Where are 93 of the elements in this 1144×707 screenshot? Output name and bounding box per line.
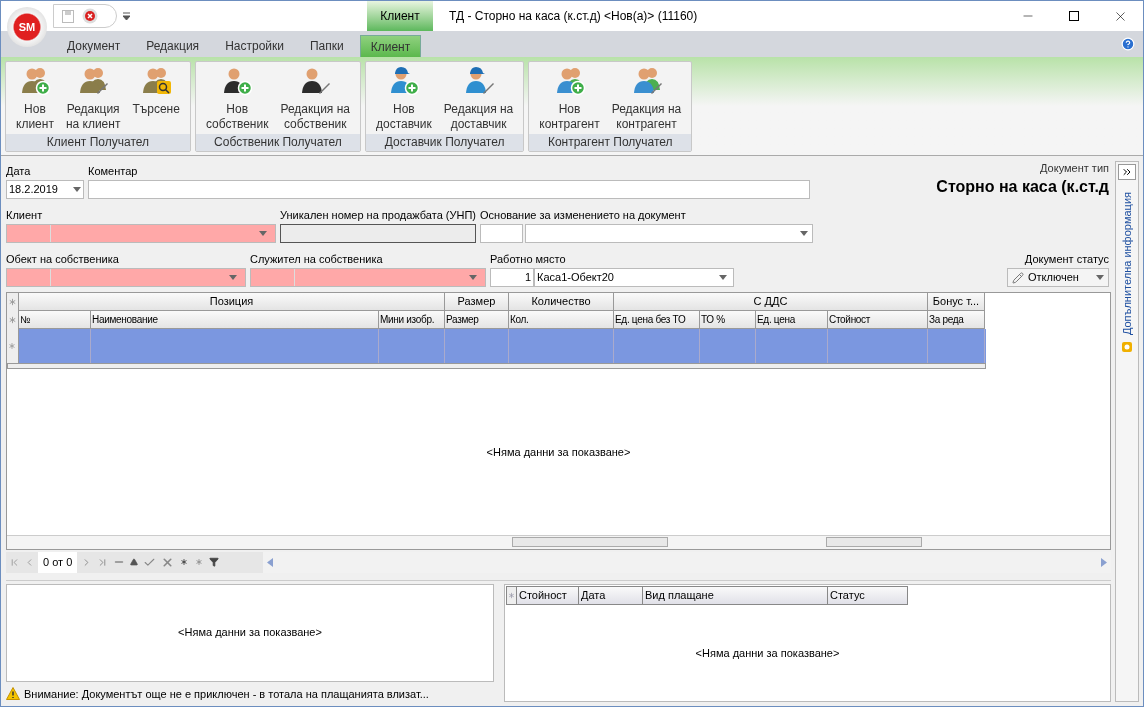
move-up-icon[interactable] xyxy=(130,558,139,567)
ribbon-group-label: Клиент Получател xyxy=(6,134,190,151)
band-header: С ДДС xyxy=(614,293,928,311)
ribbon-group-label: Контрагент Получател xyxy=(529,134,692,151)
dropdown-caret-icon xyxy=(259,231,267,236)
ribbon-button[interactable]: Редакция на клиент xyxy=(59,64,127,132)
ribbon-button[interactable]: Редакция на собственик xyxy=(274,64,356,132)
new-item-row[interactable] xyxy=(7,329,986,363)
workplace-code-field[interactable]: 1 xyxy=(490,268,534,287)
comment-field[interactable] xyxy=(88,180,810,199)
field-label: Коментар xyxy=(88,164,139,178)
side-panel-tab[interactable]: Допълнителна информация xyxy=(1118,192,1136,336)
field-label: Работно място xyxy=(490,252,567,266)
column-header[interactable]: Статус xyxy=(828,585,908,605)
document-type-value: Сторно на каса (к.ст.д xyxy=(936,177,1109,197)
maximize-icon xyxy=(1069,11,1079,21)
dropdown-caret-icon xyxy=(229,275,237,280)
column-header[interactable]: Наименование xyxy=(91,311,379,329)
column-header[interactable]: Стойност xyxy=(828,311,928,329)
scroll-right-icon[interactable] xyxy=(1101,557,1107,567)
expand-button[interactable] xyxy=(1118,164,1136,180)
empty-message: <Няма данни за показване> xyxy=(695,646,840,661)
empty-message: <Няма данни за показване> xyxy=(178,625,322,641)
row-indicator-icon xyxy=(506,585,517,605)
ribbon-group-label: Собственик Получател xyxy=(195,134,360,151)
dropdown-caret-icon xyxy=(719,275,727,280)
dropdown-caret-icon xyxy=(800,231,808,236)
column-header[interactable]: Мини изобр. xyxy=(379,311,445,329)
dropdown-caret-icon xyxy=(1096,275,1104,280)
record-counter: 0 от 0 xyxy=(38,551,78,573)
first-record-icon[interactable] xyxy=(9,556,20,568)
column-header[interactable]: Ед. цена без ТО xyxy=(614,311,700,329)
scroll-left-icon[interactable] xyxy=(267,557,274,567)
app-logo[interactable]: SM xyxy=(7,7,47,47)
warning-icon xyxy=(6,687,20,701)
dropdown-caret-icon xyxy=(469,275,477,280)
empty-message: <Няма данни за показване> xyxy=(486,444,631,460)
ribbon-button[interactable]: Нов клиент xyxy=(10,64,60,132)
owner-employee-field[interactable] xyxy=(250,268,486,287)
ribbon-group-label: Доставчик Получател xyxy=(366,134,524,151)
column-header[interactable]: Стойност xyxy=(517,585,579,605)
horizontal-scrollbar[interactable] xyxy=(7,534,1110,549)
field-label: Клиент xyxy=(6,208,44,222)
field-label: Служител на собственика xyxy=(250,252,384,266)
field-label: Основание за изменението на документ xyxy=(480,208,687,222)
column-header[interactable]: За реда xyxy=(928,311,985,329)
field-label: Документ статус xyxy=(1024,252,1109,266)
owner-object-field[interactable] xyxy=(6,268,246,287)
column-header[interactable]: № xyxy=(19,311,91,329)
warning-message: Внимание: Документът още не е приключен - в тотала на плащанията влизат... xyxy=(24,686,429,702)
band-header: Размер xyxy=(445,293,509,311)
close-icon[interactable] xyxy=(82,8,98,24)
info-icon xyxy=(1121,341,1133,354)
field-label: Обект на собственика xyxy=(6,252,120,266)
column-header[interactable]: Кол. xyxy=(509,311,614,329)
column-header[interactable]: Ед. цена xyxy=(756,311,828,329)
band-header: Бонус т... xyxy=(928,293,985,311)
column-header[interactable]: Вид плащане xyxy=(643,585,828,605)
date-field[interactable]: 18.2.2019 xyxy=(6,180,84,199)
ribbon-tab[interactable]: Папки xyxy=(299,35,354,57)
column-header[interactable]: Размер xyxy=(445,311,509,329)
customize-menu-icon[interactable] xyxy=(123,12,130,20)
workplace-field[interactable]: Каса1-Обект20 xyxy=(534,268,734,287)
save-icon[interactable] xyxy=(62,9,74,23)
document-status-button[interactable]: Отключен xyxy=(1007,268,1109,287)
ribbon-tab[interactable]: Документ xyxy=(57,35,131,57)
row-indicator-icon xyxy=(7,341,17,351)
ribbon-tab[interactable]: Редакция xyxy=(136,35,210,57)
context-tab-header: Клиент xyxy=(367,1,433,31)
column-header[interactable]: ТО % xyxy=(700,311,756,329)
ribbon-button[interactable]: Нов контрагент xyxy=(533,64,606,132)
ribbon-button[interactable]: Редакция на контрагент xyxy=(605,64,688,132)
column-header[interactable]: Дата xyxy=(579,585,643,605)
asterisk-icon[interactable] xyxy=(179,557,190,568)
band-header: Позиция xyxy=(19,293,445,311)
double-chevron-icon xyxy=(1121,166,1133,178)
ribbon-button[interactable]: Нов доставчик xyxy=(370,64,438,132)
basis-field[interactable] xyxy=(480,224,813,243)
client-field[interactable] xyxy=(6,224,276,243)
ribbon-button[interactable]: Редакция на доставчик xyxy=(437,64,520,132)
pencil-icon xyxy=(1012,271,1024,284)
ribbon-button[interactable]: Търсене xyxy=(126,64,186,117)
ribbon-tab[interactable]: Клиент xyxy=(359,35,422,57)
window-title: ТД - Сторно на каса (к.ст.д) <Нов(а)> (11160) xyxy=(449,8,698,25)
ribbon-tab[interactable]: Настройки xyxy=(215,35,294,57)
field-label: Дата xyxy=(6,164,32,178)
help-icon[interactable] xyxy=(1121,37,1135,51)
band-header: Количество xyxy=(509,293,614,311)
ribbon-button[interactable]: Нов собственик xyxy=(199,64,275,132)
filter-icon[interactable] xyxy=(209,557,220,568)
field-label: Документ тип xyxy=(1040,161,1109,175)
dropdown-caret-icon xyxy=(73,187,81,192)
field-label: Уникален номер на продажбата (УНП) xyxy=(280,208,476,222)
